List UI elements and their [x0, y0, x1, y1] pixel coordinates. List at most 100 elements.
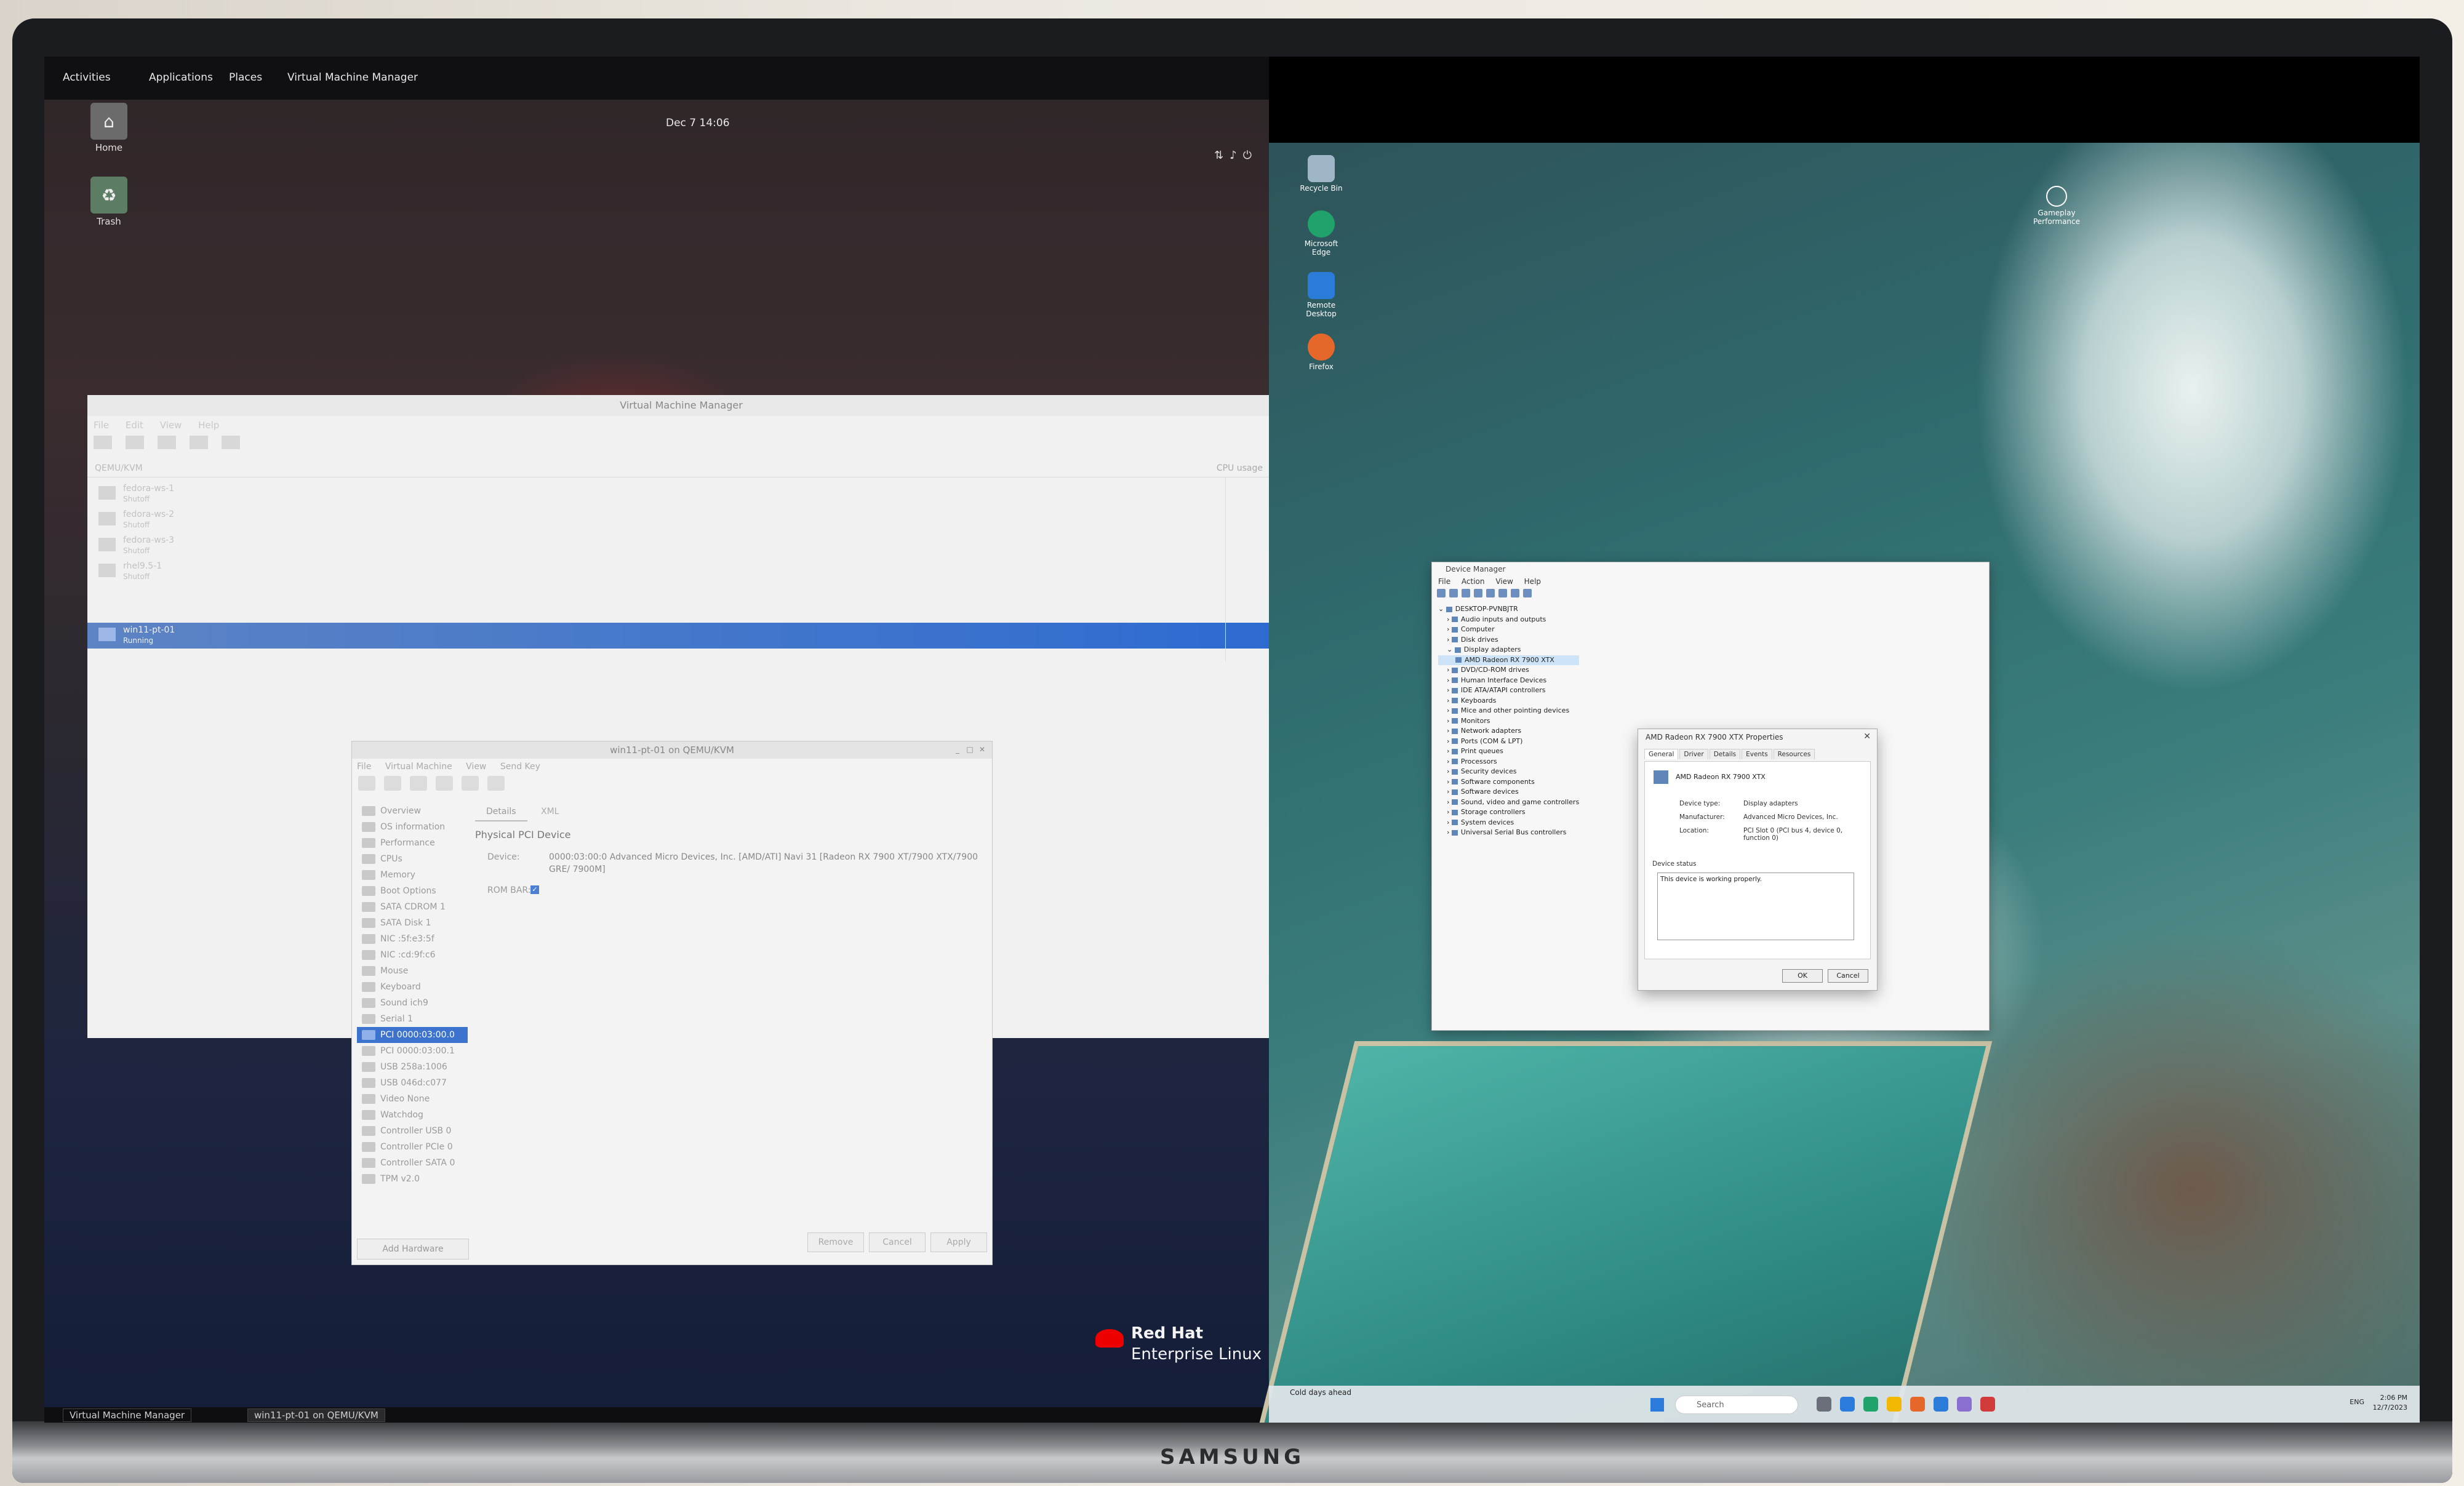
menu-view[interactable]: View [466, 762, 486, 772]
shutdown-button[interactable] [222, 436, 240, 449]
tree-node[interactable]: › Computer [1438, 625, 1579, 635]
tree-node[interactable]: › Print queues [1438, 746, 1579, 757]
windows-start-icon[interactable] [1650, 1398, 1664, 1412]
vm-row[interactable]: rhel9.5-1 Shutoff [87, 559, 1275, 585]
hardware-item[interactable]: Overview [357, 803, 468, 819]
pinned-app-icon[interactable] [1910, 1397, 1925, 1412]
places-menu[interactable]: Places [229, 71, 262, 84]
tree-node[interactable]: › DVD/CD-ROM drives [1438, 665, 1579, 676]
desktop-icon-trash[interactable]: ♻ Trash [84, 177, 134, 227]
rombar-checkbox[interactable]: ✓ [530, 885, 539, 894]
tab-details[interactable]: Details [475, 803, 527, 821]
hardware-item[interactable]: Video None [357, 1091, 468, 1107]
hardware-item[interactable]: NIC :5f:e3:5f [357, 931, 468, 947]
add-hardware-button[interactable]: Add Hardware [357, 1239, 469, 1260]
tree-node[interactable]: › Software devices [1438, 787, 1579, 797]
update-driver-icon[interactable] [1511, 589, 1519, 597]
open-button[interactable] [126, 436, 144, 449]
taskbar-item-vm[interactable]: win11-pt-01 on QEMU/KVM [247, 1408, 385, 1422]
menu-action[interactable]: Action [1462, 577, 1485, 586]
hardware-item[interactable]: Boot Options [357, 883, 468, 899]
chevron-icon[interactable]: › [1447, 727, 1452, 735]
hardware-item[interactable]: PCI 0000:03:00.0 [357, 1027, 468, 1043]
tab-details[interactable]: Details [1709, 749, 1741, 759]
vm-details-window[interactable]: win11-pt-01 on QEMU/KVM _ □ ✕ File Virtu… [352, 741, 992, 1264]
chevron-icon[interactable]: › [1447, 788, 1452, 796]
close-icon[interactable]: ✕ [1863, 732, 1871, 741]
hardware-item[interactable]: Sound ich9 [357, 995, 468, 1011]
active-app-menu[interactable]: Virtual Machine Manager [287, 71, 418, 84]
hardware-item[interactable]: Memory [357, 867, 468, 883]
chevron-icon[interactable]: › [1447, 808, 1452, 816]
hardware-item[interactable]: TPM v2.0 [357, 1171, 468, 1187]
monitor-icon[interactable] [1498, 589, 1507, 597]
tree-node[interactable]: › Ports (COM & LPT) [1438, 737, 1579, 747]
clock[interactable]: Dec 7 14:06 [666, 117, 730, 129]
tree-node[interactable]: ⌄ Display adapters [1438, 645, 1579, 655]
chevron-icon[interactable]: › [1447, 706, 1452, 714]
uninstall-icon[interactable] [1523, 589, 1532, 597]
hardware-item[interactable]: OS information [357, 819, 468, 835]
taskbar-item-vmm[interactable]: Virtual Machine Manager [63, 1408, 192, 1422]
tree-node[interactable]: › Software components [1438, 777, 1579, 788]
ok-button[interactable]: OK [1782, 969, 1823, 983]
tab-events[interactable]: Events [1742, 749, 1772, 759]
applications-menu[interactable]: Applications [149, 71, 213, 84]
cancel-button[interactable]: Cancel [1828, 969, 1868, 983]
pinned-app-icon[interactable] [1934, 1397, 1948, 1412]
hardware-item[interactable]: Watchdog [357, 1107, 468, 1123]
close-icon[interactable]: ✕ [977, 745, 987, 754]
chevron-icon[interactable]: › [1447, 757, 1452, 765]
chevron-icon[interactable]: › [1447, 697, 1452, 705]
tree-node[interactable]: › Keyboards [1438, 696, 1579, 706]
remote-desktop-icon[interactable]: Remote Desktop [1300, 272, 1343, 318]
cpu-usage-column[interactable]: CPU usage [1217, 463, 1263, 473]
chevron-icon[interactable]: › [1447, 636, 1452, 644]
tree-node[interactable]: › Monitors [1438, 716, 1579, 727]
tree-node[interactable]: › Disk drives [1438, 635, 1579, 645]
minimize-icon[interactable]: _ [953, 745, 962, 754]
edge-icon[interactable]: Microsoft Edge [1300, 210, 1343, 257]
recycle-bin-icon[interactable]: Recycle Bin [1300, 155, 1343, 193]
chevron-icon[interactable]: › [1447, 625, 1452, 633]
tree-node[interactable]: › Audio inputs and outputs [1438, 615, 1579, 625]
tab-resources[interactable]: Resources [1773, 749, 1815, 759]
apply-button[interactable]: Apply [930, 1232, 987, 1252]
hardware-item[interactable]: SATA Disk 1 [357, 915, 468, 931]
device-status-box[interactable]: This device is working properly. [1657, 873, 1854, 940]
chevron-icon[interactable]: › [1447, 767, 1452, 775]
shutdown-button[interactable] [462, 776, 479, 791]
tree-node[interactable]: › Universal Serial Bus controllers [1438, 828, 1579, 838]
vm-row[interactable]: fedora-ws-1 Shutoff [87, 481, 1275, 507]
hardware-item[interactable]: Keyboard [357, 979, 468, 995]
pause-button[interactable] [436, 776, 453, 791]
chevron-icon[interactable]: › [1447, 676, 1452, 684]
remove-button[interactable]: Remove [807, 1232, 864, 1252]
tree-node[interactable]: › Human Interface Devices [1438, 676, 1579, 686]
cancel-button[interactable]: Cancel [869, 1232, 926, 1252]
pinned-app-icon[interactable] [1817, 1397, 1831, 1412]
gpu-properties-dialog[interactable]: AMD Radeon RX 7900 XTX Properties ✕ Gene… [1638, 729, 1877, 990]
menu-send-key[interactable]: Send Key [500, 762, 540, 772]
tree-node[interactable]: › System devices [1438, 818, 1579, 828]
run-button[interactable] [410, 776, 427, 791]
taskbar-clock[interactable]: 2:06 PM 12/7/2023 [2373, 1393, 2407, 1413]
activities-button[interactable]: Activities [63, 71, 111, 84]
hardware-item[interactable]: CPUs [357, 851, 468, 867]
hardware-item[interactable]: USB 258a:1006 [357, 1059, 468, 1075]
pause-button[interactable] [190, 436, 208, 449]
hardware-item[interactable]: Mouse [357, 963, 468, 979]
pinned-app-icon[interactable] [1840, 1397, 1855, 1412]
menu-view[interactable]: View [1495, 577, 1513, 586]
vm-row[interactable]: fedora-ws-2 Shutoff [87, 507, 1275, 533]
vm-row-selected[interactable]: win11-pt-01 Running [87, 623, 1275, 649]
tree-node[interactable]: › IDE ATA/ATAPI controllers [1438, 685, 1579, 696]
hardware-item[interactable]: Serial 1 [357, 1011, 468, 1027]
system-tray-lang[interactable]: ENG [2350, 1398, 2364, 1406]
menu-file[interactable]: File [357, 762, 371, 772]
tree-node[interactable]: › Mice and other pointing devices [1438, 706, 1579, 716]
menu-help[interactable]: Help [198, 420, 219, 431]
tree-node[interactable]: › Sound, video and game controllers [1438, 797, 1579, 808]
hardware-item[interactable]: SATA CDROM 1 [357, 899, 468, 915]
menu-help[interactable]: Help [1524, 577, 1541, 586]
